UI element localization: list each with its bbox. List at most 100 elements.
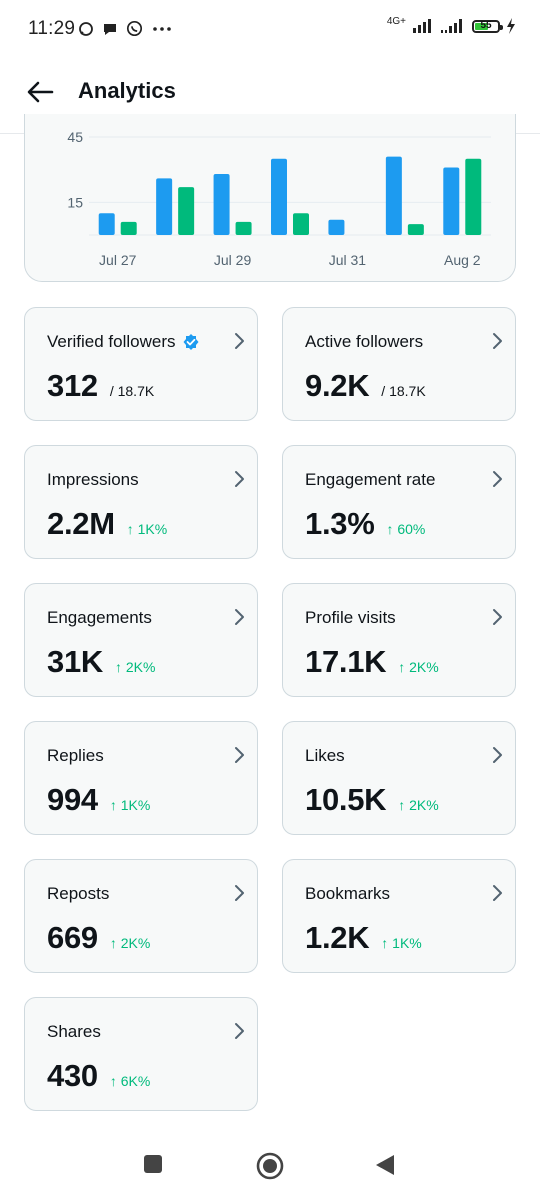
network-type-label: 4G+	[386, 15, 406, 27]
metric-value-row: 430 ↑ 6K%	[47, 1058, 150, 1094]
system-nav-bar	[0, 1136, 540, 1200]
metric-label: Engagement rate	[305, 470, 436, 489]
chart-bar-blue[interactable]	[385, 156, 402, 235]
metric-value-row: 31K ↑ 2K%	[47, 644, 155, 680]
chart-bar-blue[interactable]	[328, 219, 345, 235]
home-circle-icon	[256, 1152, 284, 1180]
metric-label-row: Engagements	[47, 608, 152, 628]
metric-card-profile-visits[interactable]: Profile visits 17.1K ↑ 2K%	[282, 583, 516, 697]
x-tick-label: Aug 2	[444, 252, 481, 268]
chart-bar-blue[interactable]	[271, 158, 287, 235]
chevron-right-icon	[235, 333, 244, 349]
verified-badge-icon	[183, 334, 199, 350]
metric-card-replies[interactable]: Replies 994 ↑ 1K%	[24, 721, 258, 835]
metric-label-row: Bookmarks	[305, 884, 390, 904]
recents-button[interactable]	[143, 1154, 163, 1179]
chevron-right-icon	[493, 885, 502, 901]
metric-value: 994	[47, 782, 98, 817]
metric-label-row: Engagement rate	[305, 470, 435, 490]
metric-total: / 18.7K	[109, 383, 155, 399]
x-tick-label: Jul 27	[99, 252, 137, 268]
metric-value: 312	[47, 368, 98, 403]
metric-total: / 18.7K	[381, 383, 426, 399]
metric-value-row: 312 / 18.7K	[47, 368, 154, 404]
metric-label: Verified followers	[47, 332, 176, 351]
metric-label-row: Reposts	[47, 884, 109, 904]
chart-bar-green[interactable]	[178, 187, 195, 235]
metric-card-likes[interactable]: Likes 10.5K ↑ 2K%	[282, 721, 516, 835]
charging-bolt-icon	[507, 18, 515, 34]
metric-value: 1.2K	[305, 920, 370, 955]
metric-delta: ↑ 2K%	[398, 659, 439, 675]
metric-value-row: 10.5K ↑ 2K%	[305, 782, 439, 818]
metric-label: Replies	[47, 746, 104, 765]
metric-value: 17.1K	[305, 644, 387, 679]
chart-card: 15 45 Jul 27 Jul 29 Jul 31 Aug 2	[24, 114, 516, 282]
metric-card-active-followers[interactable]: Active followers 9.2K / 18.7K	[282, 307, 516, 421]
metric-label: Likes	[305, 746, 345, 765]
chevron-right-icon	[493, 333, 502, 349]
metric-delta: ↑ 1K%	[109, 797, 151, 813]
chart-bar-blue[interactable]	[443, 167, 460, 235]
chevron-right-icon	[235, 885, 244, 901]
chevron-right-icon	[235, 1023, 244, 1039]
battery-level: 55	[480, 19, 492, 31]
metric-delta: ↑ 60%	[386, 521, 426, 537]
metric-delta: ↑ 6K%	[109, 1073, 151, 1089]
metric-card-shares[interactable]: Shares 430 ↑ 6K%	[24, 997, 258, 1111]
chart-bar-blue[interactable]	[98, 213, 115, 235]
more-dots-icon	[153, 26, 171, 31]
metric-label: Reposts	[47, 884, 110, 903]
metric-card-bookmarks[interactable]: Bookmarks 1.2K ↑ 1K%	[282, 859, 516, 973]
y-tick-label: 15	[67, 194, 83, 210]
metric-label: Bookmarks	[305, 884, 391, 903]
chart-bar-green[interactable]	[293, 213, 309, 235]
metric-card-reposts[interactable]: Reposts 669 ↑ 2K%	[24, 859, 258, 973]
metric-value-row: 669 ↑ 2K%	[47, 920, 150, 956]
metric-label-row: Likes	[305, 746, 345, 766]
metric-delta: ↑ 1K%	[381, 935, 422, 951]
metric-value: 2.2M	[47, 506, 115, 541]
back-button[interactable]	[22, 74, 58, 110]
chart-bar-green[interactable]	[465, 158, 482, 235]
metric-delta: ↑ 1K%	[126, 521, 168, 537]
whatsapp-icon	[126, 20, 143, 37]
metric-card-impressions[interactable]: Impressions 2.2M ↑ 1K%	[24, 445, 258, 559]
metric-value: 430	[47, 1058, 98, 1093]
chart-bar-blue[interactable]	[213, 174, 230, 235]
battery-icon: 55	[472, 19, 503, 33]
signal-icon-2	[441, 19, 462, 33]
chart-bar-green[interactable]	[407, 224, 424, 235]
metric-label-row: Replies	[47, 746, 104, 766]
metric-delta: ↑ 2K%	[398, 797, 439, 813]
arrow-left-icon	[27, 81, 54, 103]
status-bar: 11:29 4G+ 55	[0, 0, 540, 56]
nav-back-button[interactable]	[374, 1153, 396, 1182]
metric-value-row: 1.2K ↑ 1K%	[305, 920, 422, 956]
metric-card-engagement-rate[interactable]: Engagement rate 1.3% ↑ 60%	[282, 445, 516, 559]
metric-label: Profile visits	[305, 608, 396, 627]
chart-bar-green[interactable]	[235, 221, 252, 235]
metric-value: 10.5K	[305, 782, 387, 817]
recents-square-icon	[144, 1155, 162, 1173]
metric-label-row: Profile visits	[305, 608, 396, 628]
chart-bar-blue[interactable]	[156, 178, 173, 235]
metric-value-row: 1.3% ↑ 60%	[305, 506, 425, 542]
metric-label: Shares	[47, 1022, 101, 1041]
bar-chart: 15 45 Jul 27 Jul 29 Jul 31 Aug 2	[67, 129, 491, 268]
metric-label-row: Active followers	[305, 332, 423, 352]
metric-value: 669	[47, 920, 98, 955]
y-tick-label: 45	[67, 129, 83, 145]
metric-label: Engagements	[47, 608, 152, 627]
chevron-right-icon	[235, 747, 244, 763]
chevron-right-icon	[493, 471, 502, 487]
metric-card-engagements[interactable]: Engagements 31K ↑ 2K%	[24, 583, 258, 697]
back-triangle-icon	[376, 1155, 394, 1175]
chart-bar-green[interactable]	[120, 221, 137, 235]
home-button[interactable]	[256, 1152, 284, 1185]
signal-icon	[413, 19, 431, 33]
metric-value: 31K	[47, 644, 103, 679]
chevron-right-icon	[235, 609, 244, 625]
metric-value: 1.3%	[305, 506, 375, 541]
metric-card-verified-followers[interactable]: Verified followers 312 / 18.7K	[24, 307, 258, 421]
